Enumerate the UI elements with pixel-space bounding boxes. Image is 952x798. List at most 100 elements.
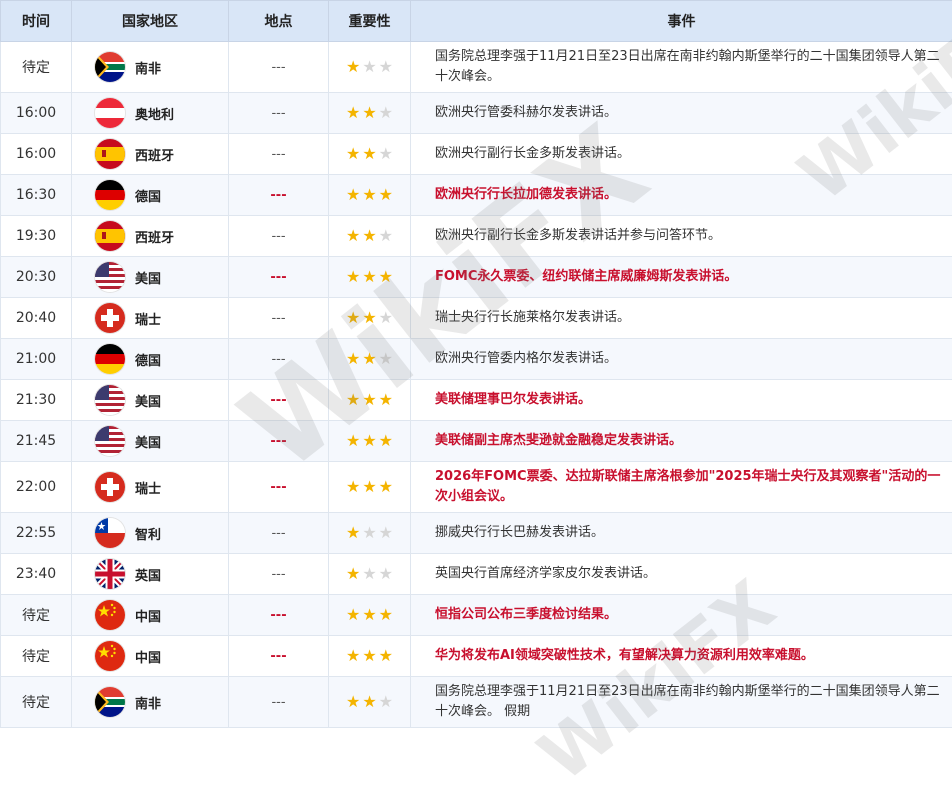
location-cell: --- [229, 554, 329, 595]
event-cell[interactable]: 华为将发布AI领域突破性技术，有望解决算力资源利用效率难题。 [411, 636, 952, 677]
table-row[interactable]: 20:40瑞士---★★★瑞士央行行长施莱格尔发表讲话。 [1, 298, 952, 339]
star-filled-icon: ★ [362, 694, 376, 710]
star-empty-icon: ★ [379, 566, 393, 582]
table-row[interactable]: 20:30 美国 --- ★★★ FOMC永久票委、纽约联储主席威廉姆斯发表讲话。 [1, 257, 952, 298]
header-location: 地点 [229, 1, 329, 42]
star-empty-icon: ★ [362, 59, 376, 75]
star-empty-icon: ★ [379, 59, 393, 75]
star-filled-icon: ★ [379, 607, 393, 623]
importance-stars: ★★★ [346, 269, 393, 285]
importance-stars: ★★★ [346, 479, 393, 495]
location-cell: --- [229, 636, 329, 677]
event-cell[interactable]: 美联储副主席杰斐逊就金融稳定发表讲话。 [411, 421, 952, 462]
calendar-table: 时间 国家地区 地点 重要性 事件 待定南非---★★★国务院总理李强于11月2… [0, 0, 952, 728]
star-filled-icon: ★ [346, 607, 360, 623]
star-empty-icon: ★ [379, 525, 393, 541]
importance-stars: ★★★ [346, 105, 393, 121]
importance-stars: ★★★ [346, 607, 393, 623]
event-cell[interactable]: 恒指公司公布三季度检讨结果。 [411, 595, 952, 636]
star-filled-icon: ★ [346, 146, 360, 162]
table-row[interactable]: 待定南非---★★★国务院总理李强于11月21日至23日出席在南非约翰内斯堡举行… [1, 677, 952, 728]
table-row[interactable]: 待定中国---★★★华为将发布AI领域突破性技术，有望解决算力资源利用效率难题。 [1, 636, 952, 677]
star-filled-icon: ★ [379, 479, 393, 495]
importance-cell: ★★★ [329, 554, 411, 595]
importance-stars: ★★★ [346, 694, 393, 710]
time-cell: 待定 [1, 42, 72, 93]
importance-cell: ★★★ [329, 339, 411, 380]
event-cell[interactable]: 瑞士央行行长施莱格尔发表讲话。 [411, 298, 952, 339]
event-cell[interactable]: 欧洲央行管委科赫尔发表讲话。 [411, 93, 952, 134]
event-cell[interactable]: 挪威央行行长巴赫发表讲话。 [411, 513, 952, 554]
time-cell: 22:55 [1, 513, 72, 554]
header-row: 时间 国家地区 地点 重要性 事件 [1, 1, 952, 42]
star-filled-icon: ★ [362, 187, 376, 203]
location-cell: --- [229, 513, 329, 554]
star-filled-icon: ★ [362, 607, 376, 623]
star-filled-icon: ★ [346, 59, 360, 75]
country-cell: 中国 [72, 636, 229, 677]
country-cell: 美国 [72, 421, 229, 462]
importance-cell: ★★★ [329, 42, 411, 93]
location-cell: --- [229, 93, 329, 134]
time-cell: 22:00 [1, 462, 72, 513]
star-filled-icon: ★ [346, 228, 360, 244]
country-name: 德国 [135, 350, 161, 369]
table-row[interactable]: 16:30德国---★★★欧洲央行行长拉加德发表讲话。 [1, 175, 952, 216]
table-row[interactable]: 22:00瑞士---★★★2026年FOMC票委、达拉斯联储主席洛根参加"202… [1, 462, 952, 513]
star-filled-icon: ★ [362, 105, 376, 121]
star-filled-icon: ★ [362, 479, 376, 495]
importance-cell: ★★★ [329, 677, 411, 728]
location-cell: --- [229, 257, 329, 298]
germany-flag-icon [95, 180, 125, 210]
event-cell[interactable]: 欧洲央行行长拉加德发表讲话。 [411, 175, 952, 216]
star-empty-icon: ★ [379, 105, 393, 121]
event-cell[interactable]: 欧洲央行管委内格尔发表讲话。 [411, 339, 952, 380]
location-cell: --- [229, 134, 329, 175]
event-cell[interactable]: 欧洲央行副行长金多斯发表讲话并参与问答环节。 [411, 216, 952, 257]
table-row[interactable]: 待定南非---★★★国务院总理李强于11月21日至23日出席在南非约翰内斯堡举行… [1, 42, 952, 93]
table-row[interactable]: 21:30美国---★★★美联储理事巴尔发表讲话。 [1, 380, 952, 421]
country-name: 美国 [135, 268, 161, 287]
location-cell: --- [229, 298, 329, 339]
chile-flag-icon [95, 518, 125, 548]
star-empty-icon: ★ [379, 146, 393, 162]
time-cell: 待定 [1, 595, 72, 636]
time-cell: 20:30 [1, 257, 72, 298]
importance-cell: ★★★ [329, 93, 411, 134]
germany-flag-icon [95, 344, 125, 374]
star-filled-icon: ★ [362, 648, 376, 664]
table-row[interactable]: 21:45美国---★★★美联储副主席杰斐逊就金融稳定发表讲话。 [1, 421, 952, 462]
star-filled-icon: ★ [362, 310, 376, 326]
star-filled-icon: ★ [346, 566, 360, 582]
star-filled-icon: ★ [379, 433, 393, 449]
location-cell: --- [229, 677, 329, 728]
switzerland-flag-icon [95, 303, 125, 333]
table-row[interactable]: 待定中国---★★★恒指公司公布三季度检讨结果。 [1, 595, 952, 636]
table-row[interactable]: 22:55智利---★★★挪威央行行长巴赫发表讲话。 [1, 513, 952, 554]
importance-cell: ★★★ [329, 380, 411, 421]
importance-cell: ★★★ [329, 462, 411, 513]
event-cell[interactable]: FOMC永久票委、纽约联储主席威廉姆斯发表讲话。 [411, 257, 952, 298]
event-cell[interactable]: 欧洲央行副行长金多斯发表讲话。 [411, 134, 952, 175]
table-row[interactable]: 21:00德国---★★★欧洲央行管委内格尔发表讲话。 [1, 339, 952, 380]
star-filled-icon: ★ [362, 146, 376, 162]
star-empty-icon: ★ [379, 228, 393, 244]
importance-stars: ★★★ [346, 228, 393, 244]
event-cell[interactable]: 美联储理事巴尔发表讲话。 [411, 380, 952, 421]
time-cell: 16:00 [1, 134, 72, 175]
importance-cell: ★★★ [329, 636, 411, 677]
table-body: 待定南非---★★★国务院总理李强于11月21日至23日出席在南非约翰内斯堡举行… [1, 42, 952, 728]
event-cell[interactable]: 英国央行首席经济学家皮尔发表讲话。 [411, 554, 952, 595]
table-row[interactable]: 19:30西班牙---★★★欧洲央行副行长金多斯发表讲话并参与问答环节。 [1, 216, 952, 257]
importance-cell: ★★★ [329, 175, 411, 216]
event-cell[interactable]: 国务院总理李强于11月21日至23日出席在南非约翰内斯堡举行的二十国集团领导人第… [411, 677, 952, 728]
china-flag-icon [95, 600, 125, 630]
table-row[interactable]: 16:00西班牙---★★★欧洲央行副行长金多斯发表讲话。 [1, 134, 952, 175]
importance-cell: ★★★ [329, 513, 411, 554]
country-name: 英国 [135, 565, 161, 584]
star-filled-icon: ★ [346, 269, 360, 285]
table-row[interactable]: 16:00奥地利---★★★欧洲央行管委科赫尔发表讲话。 [1, 93, 952, 134]
event-cell[interactable]: 2026年FOMC票委、达拉斯联储主席洛根参加"2025年瑞士央行及其观察者"活… [411, 462, 952, 513]
event-cell[interactable]: 国务院总理李强于11月21日至23日出席在南非约翰内斯堡举行的二十国集团领导人第… [411, 42, 952, 93]
table-row[interactable]: 23:40英国---★★★英国央行首席经济学家皮尔发表讲话。 [1, 554, 952, 595]
